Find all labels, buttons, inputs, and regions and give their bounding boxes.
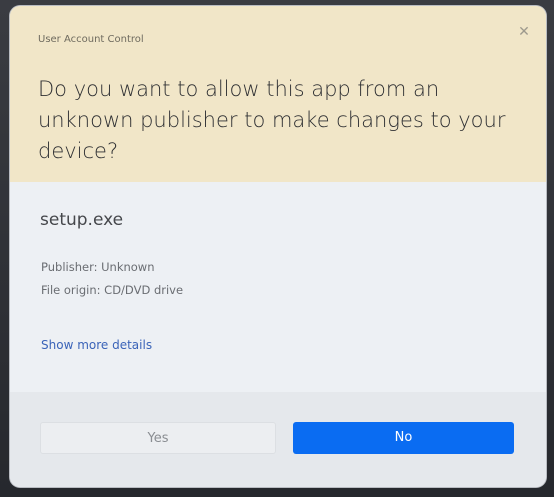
screen-background: User Account Control ✕ Do you want to al… [0, 0, 554, 497]
no-button[interactable]: No [293, 422, 514, 454]
publisher-info: Publisher: Unknown [41, 260, 155, 274]
file-origin-info: File origin: CD/DVD drive [41, 283, 184, 297]
yes-button[interactable]: Yes [40, 422, 276, 454]
show-more-details-link[interactable]: Show more details [41, 338, 152, 352]
dialog-footer: Yes No [10, 392, 546, 487]
uac-question: Do you want to allow this app from an un… [38, 77, 506, 163]
dialog-header: User Account Control ✕ Do you want to al… [10, 6, 546, 182]
dialog-title: User Account Control [38, 34, 144, 45]
app-name: setup.exe [40, 210, 124, 230]
uac-dialog: User Account Control ✕ Do you want to al… [10, 6, 546, 487]
dialog-body: setup.exe Publisher: Unknown File origin… [10, 182, 546, 392]
close-icon[interactable]: ✕ [514, 22, 534, 42]
